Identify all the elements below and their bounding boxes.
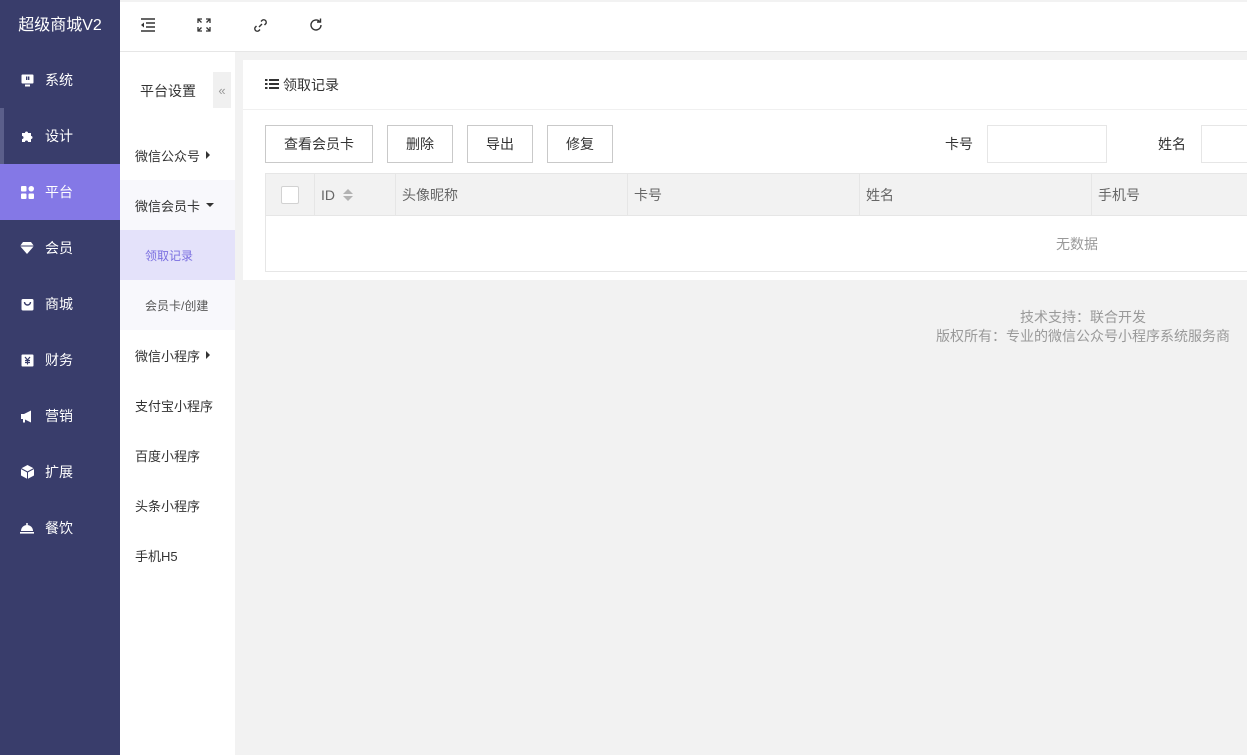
name-input[interactable] bbox=[1201, 125, 1247, 163]
submenu-item-wechat-official[interactable]: 微信公众号 bbox=[120, 130, 235, 180]
sidebar-item-label: 设计 bbox=[45, 128, 73, 144]
sidebar-item-label: 扩展 bbox=[45, 464, 73, 480]
submenu-item-alipay-miniapp[interactable]: 支付宝小程序 bbox=[120, 380, 235, 430]
footer-support: 技术支持：联合开发 bbox=[1020, 309, 1146, 325]
records-table: ID 头像昵称 卡号 姓名 手机号 无数据 bbox=[265, 173, 1247, 272]
sidebar-item-system[interactable]: 系统 bbox=[0, 52, 120, 108]
sidebar-item-member[interactable]: 会员 bbox=[0, 220, 120, 276]
shopping-bag-icon bbox=[20, 297, 34, 311]
sidebar-item-label: 营销 bbox=[45, 408, 73, 424]
sidebar-item-label: 平台 bbox=[45, 184, 73, 200]
delete-button[interactable]: 删除 bbox=[387, 125, 453, 163]
column-label: 头像昵称 bbox=[402, 186, 458, 203]
column-phone: 手机号 bbox=[1092, 174, 1246, 216]
sidebar-item-platform[interactable]: 平台 bbox=[0, 164, 120, 220]
column-label: 卡号 bbox=[634, 186, 662, 203]
refresh-button[interactable] bbox=[288, 2, 344, 52]
toggle-sidebar-button[interactable] bbox=[120, 2, 176, 52]
refresh-icon bbox=[308, 17, 324, 36]
repair-button[interactable]: 修复 bbox=[547, 125, 613, 163]
select-all-cell bbox=[266, 173, 315, 216]
card-number-input[interactable] bbox=[987, 125, 1107, 163]
list-icon bbox=[265, 77, 279, 93]
sidebar-item-mall[interactable]: 商城 bbox=[0, 276, 120, 332]
sort-icon[interactable] bbox=[343, 188, 353, 201]
submenu-item-toutiao-miniapp[interactable]: 头条小程序 bbox=[120, 480, 235, 530]
sidebar-item-catering[interactable]: 餐饮 bbox=[0, 500, 120, 556]
brand-logo: 超级商城V2 bbox=[0, 0, 120, 52]
submenu-item-card-create[interactable]: 会员卡/创建 bbox=[120, 280, 235, 330]
main-sidebar: 超级商城V2 系统 设计 平台 会员 商城 财务 营销 扩展 餐饮 bbox=[0, 0, 120, 755]
sidebar-item-label: 商城 bbox=[45, 296, 73, 312]
submenu-item-label: 微信公众号 bbox=[135, 148, 201, 164]
link-button[interactable] bbox=[232, 2, 288, 52]
export-button[interactable]: 导出 bbox=[467, 125, 533, 163]
sidebar-item-label: 会员 bbox=[45, 240, 73, 256]
records-card: 领取记录 查看会员卡 删除 导出 修复 卡号 姓名 ID 头像昵称 卡号 姓名 bbox=[243, 60, 1247, 280]
diamond-icon bbox=[20, 241, 34, 255]
caret-right-icon bbox=[206, 151, 211, 159]
table-header: ID 头像昵称 卡号 姓名 手机号 bbox=[266, 173, 1247, 216]
sidebar-item-design[interactable]: 设计 bbox=[0, 108, 120, 164]
link-icon bbox=[253, 18, 268, 36]
submenu-item-baidu-miniapp[interactable]: 百度小程序 bbox=[120, 430, 235, 480]
sidebar-item-marketing[interactable]: 营销 bbox=[0, 388, 120, 444]
column-id[interactable]: ID bbox=[315, 173, 396, 216]
sidebar-item-label: 系统 bbox=[45, 72, 73, 88]
card-title: 领取记录 bbox=[283, 76, 339, 93]
submenu-item-label: 微信小程序 bbox=[135, 348, 201, 364]
sidebar-item-finance[interactable]: 财务 bbox=[0, 332, 120, 388]
submenu-item-wechat-miniapp[interactable]: 微信小程序 bbox=[120, 330, 235, 380]
caret-right-icon bbox=[206, 351, 211, 359]
platform-submenu: 平台设置 « 微信公众号 微信会员卡 领取记录 会员卡/创建 微信小程序 支付宝… bbox=[120, 52, 235, 755]
column-label: 手机号 bbox=[1098, 186, 1140, 203]
action-toolbar: 查看会员卡 删除 导出 修复 bbox=[265, 125, 627, 163]
cube-icon bbox=[20, 465, 34, 479]
name-label: 姓名 bbox=[1158, 136, 1186, 152]
column-card-number: 卡号 bbox=[628, 173, 860, 216]
column-name: 姓名 bbox=[860, 173, 1092, 216]
submenu-item-mobile-h5[interactable]: 手机H5 bbox=[120, 530, 235, 580]
column-label: 姓名 bbox=[866, 186, 894, 203]
grid-icon bbox=[20, 185, 34, 199]
puzzle-icon bbox=[20, 129, 34, 143]
empty-state: 无数据 bbox=[1056, 235, 1098, 252]
top-header bbox=[120, 2, 1247, 52]
submenu-item-claim-records[interactable]: 领取记录 bbox=[120, 230, 235, 280]
fullscreen-button[interactable] bbox=[176, 2, 232, 52]
monitor-icon bbox=[20, 73, 34, 87]
dish-icon bbox=[20, 521, 34, 535]
card-number-label: 卡号 bbox=[945, 136, 973, 152]
sidebar-item-label: 财务 bbox=[45, 352, 73, 368]
fullscreen-icon bbox=[197, 18, 211, 35]
view-card-button[interactable]: 查看会员卡 bbox=[265, 125, 373, 163]
column-avatar-nickname: 头像昵称 bbox=[396, 173, 628, 216]
sidebar-item-extension[interactable]: 扩展 bbox=[0, 444, 120, 500]
submenu-item-wechat-card[interactable]: 微信会员卡 bbox=[120, 180, 235, 230]
submenu-item-label: 微信会员卡 bbox=[135, 198, 201, 214]
caret-down-icon bbox=[206, 203, 215, 207]
select-all-checkbox[interactable] bbox=[281, 185, 299, 204]
finance-icon bbox=[20, 353, 34, 367]
column-label: ID bbox=[321, 186, 335, 203]
page-footer: 技术支持：联合开发 版权所有：专业的微信公众号小程序系统服务商 bbox=[900, 308, 1230, 346]
sidebar-item-label: 餐饮 bbox=[45, 520, 73, 536]
footer-copyright: 版权所有：专业的微信公众号小程序系统服务商 bbox=[936, 328, 1230, 344]
collapse-submenu-button[interactable]: « bbox=[213, 72, 231, 108]
megaphone-icon bbox=[20, 409, 34, 423]
card-header: 领取记录 bbox=[243, 60, 1247, 110]
indent-icon bbox=[140, 18, 156, 35]
